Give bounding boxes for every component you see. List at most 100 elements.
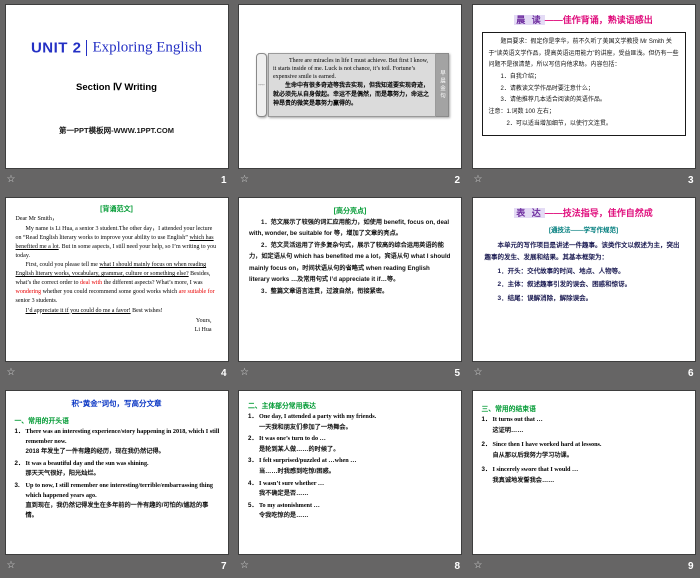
slide-caption-5: ☆ 5 (238, 362, 462, 384)
slide-caption-7: ☆ 7 (5, 555, 229, 577)
transition-star-icon[interactable]: ☆ (7, 368, 16, 378)
phrase-chinese: 一天我和朋友们参加了一场舞会。 (259, 423, 453, 433)
phrase-item: 4． I wasn’t sure whether … 我不确定是否…… (248, 479, 453, 499)
framework-intro: 本单元的写作项目是讲述一件趣事。该类作文以叙述为主，突出趣事的发生、发展和结果。… (485, 240, 683, 265)
scroll-side-label: 早晨金句 (436, 53, 449, 117)
sorter-cell-3: 晨 读——佳作背诵，熟读语感出 题目要求：假定你是李华，前不久听了美国文学教授 … (467, 0, 700, 193)
item-number: 2． (248, 434, 259, 454)
transition-star-icon[interactable]: ☆ (474, 561, 483, 571)
phrase-item: 2． Since then I have worked hard at less… (482, 440, 687, 460)
section-heading-body: 二、主体部分常用表达 (248, 400, 461, 410)
phrase-chinese: 2018 年发生了一件有趣的经历，现在我仍然记得。 (26, 447, 220, 457)
phrase-item: 3. Up to now, I still remember one inter… (15, 481, 220, 520)
slide-caption-8: ☆ 8 (238, 555, 462, 577)
framework-item: 1．开头：交代故事的时间、地点、人物等。 (485, 265, 683, 279)
phrase-chinese: 我不确定是否…… (259, 489, 453, 499)
phrase-english: Up to now, I still remember one interest… (26, 481, 220, 500)
slide-thumbnail-7[interactable]: 积“黄金”词句，写高分文章 一、常用的开头语 1． There was an i… (5, 390, 229, 555)
model-essay-tag: [背诵范文] (16, 204, 218, 214)
phrase-item: 2． It was one’s turn to do … 是轮到某人做……的时候… (248, 434, 453, 454)
title-divider (86, 40, 87, 56)
slide-caption-3: ☆ 3 (472, 169, 696, 191)
sorter-cell-1: UNIT 2Exploring English Section Ⅳ Writin… (0, 0, 233, 193)
tagline-text: ——技法指导，佳作自然成 (545, 208, 653, 218)
section-heading-openers: 一、常用的开头语 (15, 415, 228, 425)
essay-paragraph-2: First, could you please tell me what I s… (16, 261, 218, 305)
essay-paragraph-1: My name is Li Hua, a senior 3 student.Th… (16, 225, 218, 261)
sorter-cell-6: 表 达——技法指导，佳作自然成 [通技法——学写作规范] 本单元的写作项目是讲述… (467, 193, 700, 386)
slide-number: 6 (688, 368, 694, 379)
item-number: 5． (248, 501, 259, 521)
task-item: 2．请教读文学作品时要注意什么； (489, 84, 679, 96)
quote-chinese: 生命中有很多奇迹等我去实现，但我知道要实现奇迹，就必须先从自身做起。幸运不是偶然… (273, 82, 431, 108)
slide-thumbnail-1[interactable]: UNIT 2Exploring English Section Ⅳ Writin… (5, 4, 229, 169)
highlights-tag: [高分亮点] (249, 206, 451, 216)
phrase-english: One day, I attended a party with my frie… (259, 412, 453, 422)
slide-number: 1 (221, 175, 227, 186)
tagline-text: ——佳作背诵，熟读语感出 (545, 15, 653, 25)
phrase-chinese: 这证明…… (493, 426, 687, 436)
slide-sorter-grid: UNIT 2Exploring English Section Ⅳ Writin… (0, 0, 700, 578)
phrase-item: 1． It turns out that … 这证明…… (482, 415, 687, 435)
slide-number: 9 (688, 561, 694, 572)
slide-thumbnail-6[interactable]: 表 达——技法指导，佳作自然成 [通技法——学写作规范] 本单元的写作项目是讲述… (472, 197, 696, 362)
quote-english: There are miracles in life I must achiev… (273, 57, 431, 81)
phrase-english: There was an interesting experience/stor… (26, 427, 220, 446)
phrase-english: Since then I have worked hard at lessons… (493, 440, 687, 450)
sorter-cell-8: 二、主体部分常用表达 1． One day, I attended a part… (233, 386, 467, 578)
framework-item: 3．结尾：误解消除，解除误会。 (485, 292, 683, 306)
phrase-chinese: 我真诚地发誓我会…… (493, 476, 687, 486)
phrase-chinese: 是轮到某人做……的时候了。 (259, 445, 453, 455)
course-title: Exploring English (92, 39, 202, 55)
slide-thumbnail-5[interactable]: [高分亮点] 1．范文展示了较强的词汇应用能力，如使用 benefit, foc… (238, 197, 462, 362)
task-item: 1．自我介绍； (489, 72, 679, 84)
transition-star-icon[interactable]: ☆ (240, 561, 249, 571)
golden-words-title: 积“黄金”词句，写高分文章 (6, 398, 228, 409)
transition-star-icon[interactable]: ☆ (474, 175, 483, 185)
task-note-2: 2．可以适当增加细节，以使行文连贯。 (489, 119, 679, 131)
transition-star-icon[interactable]: ☆ (240, 175, 249, 185)
phrase-english: It turns out that … (493, 415, 687, 425)
task-item: 3．请他推荐几本适合阅读的英语作品。 (489, 95, 679, 107)
quote-text-area: There are miracles in life I must achiev… (268, 53, 436, 117)
transition-star-icon[interactable]: ☆ (7, 175, 16, 185)
essay-paragraph-3: I’d appreciate it if you could do me a f… (16, 307, 218, 316)
item-number: 1． (15, 427, 26, 457)
slide-caption-6: ☆ 6 (472, 362, 696, 384)
slide-number: 8 (454, 561, 460, 572)
tag-biaoda: 表 达 (514, 208, 545, 218)
phrase-chinese: 当……时我感到吃惊/困惑。 (259, 467, 453, 477)
sorter-cell-5: [高分亮点] 1．范文展示了较强的词汇应用能力，如使用 benefit, foc… (233, 193, 467, 386)
sorter-cell-9: 三、常用的结束语 1． It turns out that … 这证明…… 2．… (467, 386, 700, 578)
slide-thumbnail-2[interactable]: ◦◦◦◦ There are miracles in life I must a… (238, 4, 462, 169)
slide-thumbnail-3[interactable]: 晨 读——佳作背诵，熟读语感出 题目要求：假定你是李华，前不久听了美国文学教授 … (472, 4, 696, 169)
slide-thumbnail-8[interactable]: 二、主体部分常用表达 1． One day, I attended a part… (238, 390, 462, 555)
slide-thumbnail-9[interactable]: 三、常用的结束语 1． It turns out that … 这证明…… 2．… (472, 390, 696, 555)
phrase-item: 1． There was an interesting experience/s… (15, 427, 220, 457)
framework-body: 本单元的写作项目是讲述一件趣事。该类作文以叙述为主，突出趣事的发生、发展和结果。… (473, 234, 695, 306)
framework-item: 2．主体：叙述趣事引发的误会、困惑和惊讶。 (485, 278, 683, 292)
phrase-item: 1． One day, I attended a party with my f… (248, 412, 453, 432)
highlight-item: 1．范文展示了较强的词汇应用能力，如使用 benefit, focus on, … (249, 217, 451, 239)
slide-number: 5 (454, 368, 460, 379)
slide-caption-1: ☆ 1 (5, 169, 229, 191)
phrase-chinese: 直到现在，我仍然记得发生在多年前的一件有趣的/可怕的/尴尬的事情。 (26, 501, 220, 520)
slide-thumbnail-4[interactable]: [背诵范文] Dear Mr Smith， My name is Li Hua,… (5, 197, 229, 362)
phrase-chinese: 自从那以后我努力学习功课。 (493, 451, 687, 461)
phrase-english: I felt surprised/puzzled at …when … (259, 456, 453, 466)
item-number: 2． (482, 440, 493, 460)
transition-star-icon[interactable]: ☆ (7, 561, 16, 571)
transition-star-icon[interactable]: ☆ (240, 368, 249, 378)
signoff-yours: Yours, (16, 317, 212, 326)
phrase-english: To my astonishment … (259, 501, 453, 511)
item-number: 2． (15, 459, 26, 479)
expression-title: 表 达——技法指导，佳作自然成 (473, 206, 695, 219)
phrase-chinese: 令我吃惊的是…… (259, 511, 453, 521)
transition-star-icon[interactable]: ☆ (474, 368, 483, 378)
slide-caption-9: ☆ 9 (472, 555, 696, 577)
signoff-name: Li Hua (16, 326, 212, 335)
phrase-item: 3． I felt surprised/puzzled at …when … 当… (248, 456, 453, 476)
slide-number: 7 (221, 561, 227, 572)
phrase-english: It was one’s turn to do … (259, 434, 453, 444)
quote-scroll-banner: ◦◦◦◦ There are miracles in life I must a… (256, 53, 449, 117)
